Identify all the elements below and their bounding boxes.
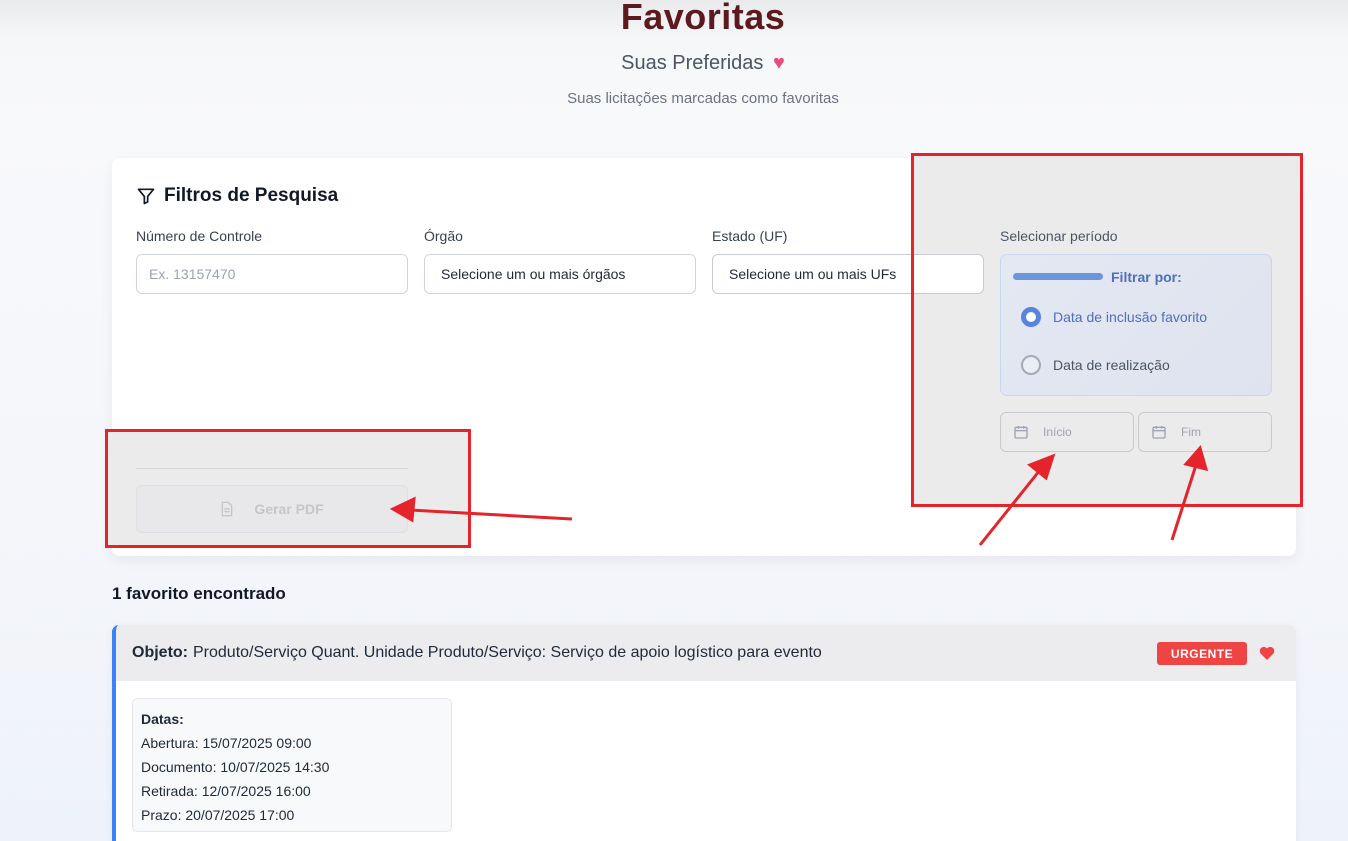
- result-count: 1 favorito encontrado: [112, 584, 286, 603]
- heart-icon[interactable]: [1259, 646, 1275, 660]
- filter-icon: [137, 188, 155, 205]
- numero-controle-input[interactable]: Ex. 13157470: [136, 254, 408, 294]
- radio-data-realizacao[interactable]: Data de realização: [1021, 355, 1170, 375]
- date-prazo: Prazo: 20/07/2025 17:00: [141, 807, 295, 823]
- numero-controle-label: Número de Controle: [136, 228, 263, 244]
- divider: [136, 468, 408, 469]
- urgent-badge: URGENTE: [1157, 642, 1247, 665]
- calendar-icon: [1014, 426, 1028, 439]
- date-documento: Documento: 10/07/2025 14:30: [141, 759, 330, 775]
- filter-by-label: Filtrar por:: [1111, 269, 1182, 285]
- radio-label: Data de inclusão favorito: [1053, 309, 1208, 325]
- filters-card: Filtros de Pesquisa Número de Controle E…: [106, 154, 1302, 556]
- subtitle-text: Suas Preferidas: [621, 52, 764, 74]
- periodo-label: Selecionar período: [1000, 228, 1118, 244]
- radio-label: Data de realização: [1053, 357, 1170, 373]
- period-accent-bar: [1013, 273, 1103, 280]
- date-start-input[interactable]: Início: [1000, 412, 1134, 452]
- estado-label: Estado (UF): [712, 228, 788, 244]
- generate-pdf-button[interactable]: Gerar PDF: [136, 485, 408, 533]
- dates-box: Datas: Abertura: 15/07/2025 09:00 Docume…: [132, 698, 452, 832]
- estado-select[interactable]: Selecione um ou mais UFs: [712, 254, 984, 294]
- radio-unselected-icon[interactable]: [1021, 355, 1041, 375]
- orgao-select[interactable]: Selecione um ou mais órgãos: [424, 254, 696, 294]
- dates-title: Datas:: [141, 711, 184, 727]
- calendar-icon: [1152, 426, 1166, 439]
- page-title: Favoritas: [620, 0, 786, 37]
- date-end-input[interactable]: Fim: [1138, 412, 1272, 452]
- heart-emoji-icon: ♥: [772, 52, 785, 74]
- objeto-text: Produto/Serviço Quant. Unidade Produto/S…: [193, 644, 822, 661]
- date-retirada: Retirada: 12/07/2025 16:00: [141, 783, 311, 799]
- date-start-placeholder: Início: [1043, 425, 1072, 439]
- favorite-card-header: Objeto: Produto/Serviço Quant. Unidade P…: [116, 625, 1296, 681]
- filters-title-text: Filtros de Pesquisa: [164, 185, 339, 206]
- periodo-filter-box: Filtrar por: Data de inclusão favorito D…: [1000, 254, 1272, 396]
- radio-inclusao-favorito[interactable]: Data de inclusão favorito: [1021, 307, 1207, 327]
- page-description: Suas licitações marcadas como favoritas: [567, 90, 839, 107]
- generate-pdf-label: Gerar PDF: [254, 501, 324, 517]
- page-subtitle: Suas Preferidas ♥: [0, 52, 1348, 75]
- date-end-placeholder: Fim: [1181, 425, 1201, 439]
- date-abertura: Abertura: 15/07/2025 09:00: [141, 735, 312, 751]
- orgao-label: Órgão: [424, 228, 463, 244]
- radio-selected-icon[interactable]: [1021, 307, 1041, 327]
- filters-title: Filtros de Pesquisa: [136, 185, 338, 207]
- objeto-label: Objeto:: [132, 644, 188, 661]
- favorite-card[interactable]: Objeto: Produto/Serviço Quant. Unidade P…: [112, 625, 1296, 841]
- document-icon: [222, 501, 233, 517]
